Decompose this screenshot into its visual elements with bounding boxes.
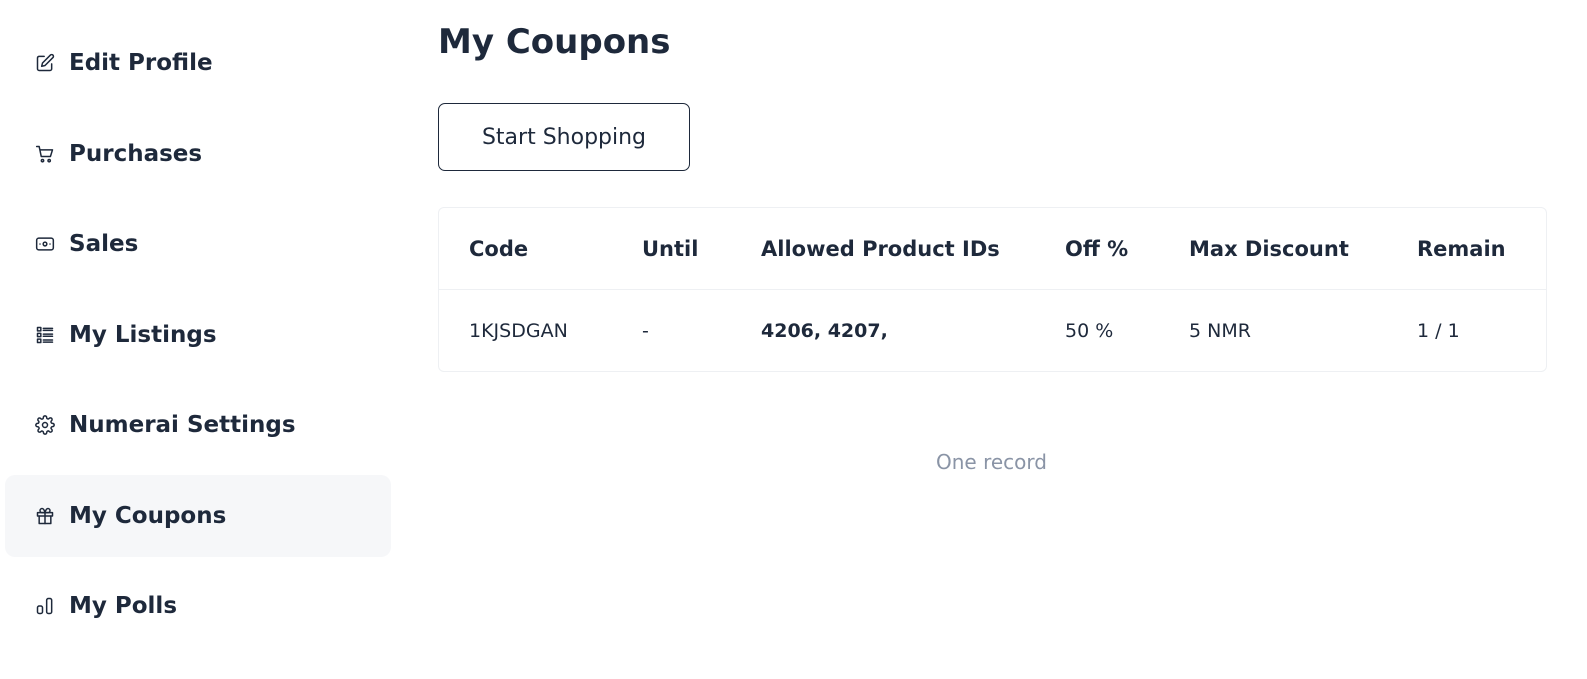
off-percent-cell: 50 % (1065, 319, 1114, 342)
column-header-remain[interactable]: Remain (1417, 208, 1506, 289)
sidebar-item-label: My Coupons (69, 502, 227, 529)
sidebar: Edit Profile Purchases Sales My Listings… (5, 22, 391, 656)
gear-icon (34, 414, 56, 436)
sidebar-item-label: My Listings (69, 321, 217, 348)
sidebar-item-label: Numerai Settings (69, 412, 296, 438)
remain-cell: 1 / 1 (1417, 319, 1460, 342)
sidebar-item-purchases[interactable]: Purchases (5, 113, 391, 195)
sidebar-item-my-coupons[interactable]: My Coupons (5, 474, 391, 557)
allowed-product-ids-cell[interactable]: 4206, 4207, (761, 290, 888, 371)
cash-icon (34, 233, 56, 255)
page-title: My Coupons (438, 22, 671, 62)
column-header-max-discount[interactable]: Max Discount (1189, 208, 1349, 289)
sidebar-item-label: Edit Profile (69, 50, 213, 76)
bar-chart-icon (34, 595, 56, 617)
sidebar-item-my-listings[interactable]: My Listings (5, 294, 391, 376)
sidebar-item-numerai-settings[interactable]: Numerai Settings (5, 384, 391, 466)
sidebar-item-label: My Polls (69, 593, 178, 619)
coupon-code-cell: 1KJSDGAN (469, 319, 568, 342)
coupons-table: Code Until Allowed Product IDs Off % Max… (438, 207, 1547, 372)
start-shopping-button[interactable]: Start Shopping (438, 103, 690, 171)
record-count: One record (936, 450, 1047, 474)
edit-icon (34, 52, 56, 74)
table-row: 1KJSDGAN - 4206, 4207, 50 % 5 NMR 1 / 1 (439, 290, 1546, 371)
column-header-code[interactable]: Code (469, 208, 528, 289)
sidebar-item-label: Purchases (69, 140, 203, 167)
cart-icon (34, 143, 56, 165)
table-header-row: Code Until Allowed Product IDs Off % Max… (439, 208, 1546, 290)
sidebar-item-my-polls[interactable]: My Polls (5, 565, 391, 647)
column-header-off-percent[interactable]: Off % (1065, 208, 1128, 289)
sidebar-item-edit-profile[interactable]: Edit Profile (5, 22, 391, 104)
until-cell: - (642, 319, 649, 342)
column-header-until[interactable]: Until (642, 208, 698, 289)
gift-icon (34, 505, 56, 527)
sidebar-item-label: Sales (69, 231, 139, 257)
column-header-allowed-product-ids[interactable]: Allowed Product IDs (761, 208, 1000, 289)
sidebar-item-sales[interactable]: Sales (5, 203, 391, 285)
list-icon (34, 324, 56, 346)
max-discount-cell: 5 NMR (1189, 319, 1251, 342)
